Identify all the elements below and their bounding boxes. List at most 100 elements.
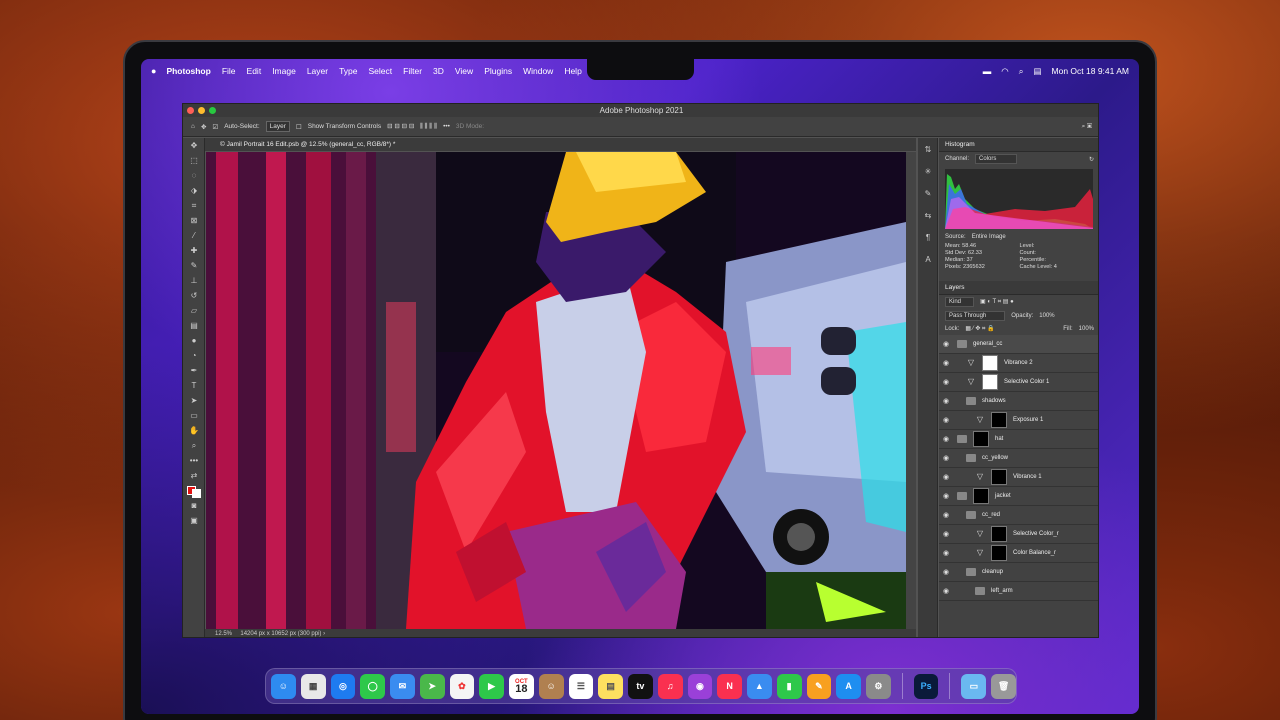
color-swatches[interactable]: [183, 483, 205, 498]
source-dropdown[interactable]: Entire Image: [972, 234, 1006, 240]
menu-app-name[interactable]: Photoshop: [166, 66, 210, 76]
visibility-eye-icon[interactable]: ◉: [939, 378, 953, 386]
visibility-eye-icon[interactable]: ◉: [939, 435, 953, 443]
menu-view[interactable]: View: [455, 66, 473, 76]
properties-panel-icon[interactable]: ⇆: [918, 204, 938, 226]
trash-icon[interactable]: 🗑: [991, 673, 1016, 699]
show-transform-checkbox[interactable]: ☐: [296, 123, 302, 131]
hand-tool-icon[interactable]: ✋: [183, 423, 205, 438]
menu-layer[interactable]: Layer: [307, 66, 328, 76]
visibility-eye-icon[interactable]: ◉: [939, 454, 953, 462]
layer-row[interactable]: ◉ ▽ Vibrance 2: [939, 354, 1098, 373]
maps-icon[interactable]: ➤: [419, 673, 445, 699]
layer-mask-thumbnail[interactable]: [982, 355, 998, 371]
visibility-eye-icon[interactable]: ◉: [939, 530, 953, 538]
visibility-eye-icon[interactable]: ◉: [939, 397, 953, 405]
status-zoom[interactable]: 12.5%: [215, 631, 232, 637]
menu-filter[interactable]: Filter: [403, 66, 422, 76]
document-canvas[interactable]: [206, 152, 906, 629]
pages-icon[interactable]: ✎: [806, 673, 832, 699]
character-panel-icon[interactable]: A: [918, 248, 938, 270]
refresh-icon[interactable]: ↻: [1089, 156, 1094, 163]
menu-type[interactable]: Type: [339, 66, 357, 76]
align-icons[interactable]: ⊟ ⊟ ⊟ ⊟ ⫼ ⫼ ⫼ ⫼: [387, 122, 437, 131]
layer-row[interactable]: ◉ ▽ Color Balance_r: [939, 544, 1098, 563]
lasso-tool-icon[interactable]: ◌: [183, 168, 205, 183]
dodge-tool-icon[interactable]: ◔: [183, 348, 205, 363]
menu-file[interactable]: File: [222, 66, 236, 76]
auto-select-checkbox[interactable]: ☑: [212, 123, 218, 131]
finder-icon[interactable]: ☺: [271, 673, 296, 699]
facetime-icon[interactable]: ▶: [479, 673, 504, 699]
control-center-icon[interactable]: ▤: [1033, 66, 1041, 77]
more-options-icon[interactable]: •••: [443, 123, 450, 130]
wifi-icon[interactable]: ◠: [1001, 66, 1008, 77]
lock-icons[interactable]: ▦ ⁄ ✥ ⌗ 🔒: [965, 325, 994, 333]
music-icon[interactable]: ♫: [657, 673, 683, 699]
canvas-scrollbar[interactable]: [906, 152, 916, 629]
document-tab[interactable]: © Jamil Portrait 16 Edit.psb @ 12.5% (ge…: [205, 138, 916, 151]
auto-select-dropdown[interactable]: Layer: [265, 121, 290, 132]
visibility-eye-icon[interactable]: ◉: [939, 492, 953, 500]
photoshop-icon[interactable]: Ps: [913, 673, 939, 699]
zoom-button[interactable]: [209, 107, 216, 114]
layer-mask-thumbnail[interactable]: [991, 412, 1007, 428]
news-icon[interactable]: N: [717, 673, 742, 699]
move-tool-icon[interactable]: ✥: [183, 138, 205, 153]
minimize-button[interactable]: [198, 107, 205, 114]
layer-row[interactable]: ◉ ▽ Vibrance 1: [939, 468, 1098, 487]
visibility-eye-icon[interactable]: ◉: [939, 587, 953, 595]
healing-tool-icon[interactable]: ✚: [183, 243, 205, 258]
layer-mask-thumbnail[interactable]: [973, 431, 989, 447]
layer-row[interactable]: ◉ ▽ Selective Color 1: [939, 373, 1098, 392]
menu-image[interactable]: Image: [272, 66, 296, 76]
eyedropper-tool-icon[interactable]: ⁄: [183, 228, 205, 243]
visibility-eye-icon[interactable]: ◉: [939, 473, 953, 481]
layer-mask-thumbnail[interactable]: [991, 469, 1007, 485]
safari-icon[interactable]: ◎: [330, 673, 356, 699]
layer-mask-thumbnail[interactable]: [982, 374, 998, 390]
screen-mode-icon[interactable]: ▣: [183, 513, 205, 528]
object-select-tool-icon[interactable]: ⬗: [183, 183, 205, 198]
downloads-folder-icon[interactable]: ▭: [961, 673, 987, 699]
system-preferences-icon[interactable]: ⚙: [866, 673, 891, 699]
layer-mask-thumbnail[interactable]: [991, 545, 1007, 561]
frame-tool-icon[interactable]: ⊠: [183, 213, 205, 228]
apple-menu-icon[interactable]: ●: [151, 66, 156, 76]
stamp-tool-icon[interactable]: ⊥: [183, 273, 205, 288]
notes-icon[interactable]: ▤: [598, 673, 623, 699]
apple-tv-icon[interactable]: tv: [628, 673, 653, 699]
opacity-field[interactable]: 100%: [1039, 313, 1054, 319]
layer-kind-filter[interactable]: Kind: [945, 297, 975, 307]
visibility-eye-icon[interactable]: ◉: [939, 549, 953, 557]
podcasts-icon[interactable]: ◉: [687, 673, 713, 699]
visibility-eye-icon[interactable]: ◉: [939, 511, 953, 519]
shape-tool-icon[interactable]: ▭: [183, 408, 205, 423]
history-panel-icon[interactable]: ⇅: [918, 138, 938, 160]
fill-field[interactable]: 100%: [1079, 326, 1094, 332]
layer-row[interactable]: ◉ cc_yellow: [939, 449, 1098, 468]
adjustments-panel-icon[interactable]: ✳: [918, 160, 938, 182]
keynote-icon[interactable]: ▲: [747, 673, 772, 699]
photos-icon[interactable]: ✿: [449, 673, 475, 699]
layer-row[interactable]: ◉ ▽ Selective Color_r: [939, 525, 1098, 544]
layer-mask-thumbnail[interactable]: [991, 526, 1007, 542]
visibility-eye-icon[interactable]: ◉: [939, 568, 953, 576]
menu-select[interactable]: Select: [369, 66, 393, 76]
pen-tool-icon[interactable]: ✒: [183, 363, 205, 378]
numbers-icon[interactable]: ▮: [776, 673, 802, 699]
brush-settings-icon[interactable]: ✎: [918, 182, 938, 204]
blend-mode-dropdown[interactable]: Pass Through: [945, 311, 1006, 321]
visibility-eye-icon[interactable]: ◉: [939, 340, 953, 348]
launchpad-icon[interactable]: ▦: [300, 673, 326, 699]
crop-tool-icon[interactable]: ⌗: [183, 198, 205, 213]
menu-edit[interactable]: Edit: [247, 66, 262, 76]
app-store-icon[interactable]: A: [836, 673, 861, 699]
search-icon[interactable]: ⌕ ▣: [1082, 123, 1092, 131]
edit-toolbar-icon[interactable]: •••: [183, 453, 205, 468]
reminders-icon[interactable]: ☰: [568, 673, 594, 699]
menu-help[interactable]: Help: [564, 66, 581, 76]
layer-mask-thumbnail[interactable]: [973, 488, 989, 504]
layer-row[interactable]: ◉ left_arm: [939, 582, 1098, 601]
layer-row[interactable]: ◉ ▽ Exposure 1: [939, 411, 1098, 430]
